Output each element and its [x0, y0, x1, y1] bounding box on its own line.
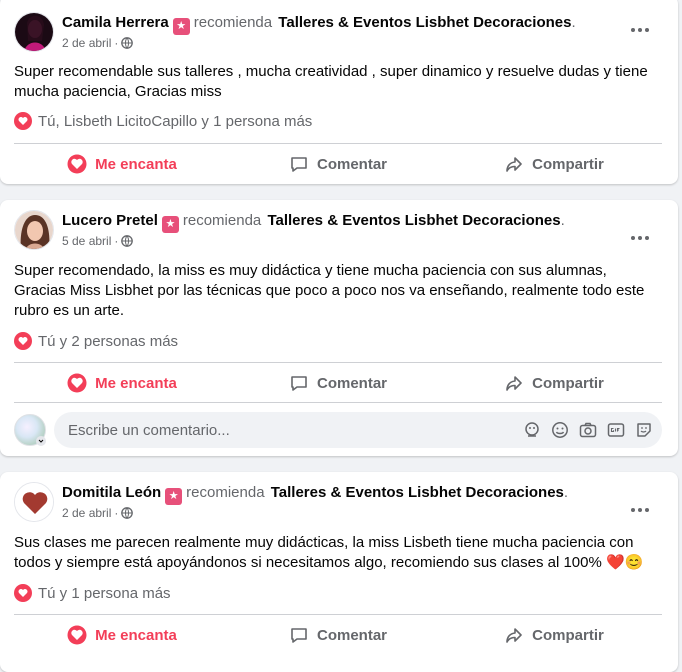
divider: [14, 362, 662, 363]
review-text: Super recomendable sus talleres , mucha …: [14, 63, 648, 100]
love-label: Me encanta: [95, 374, 177, 392]
emoji-icon[interactable]: [550, 420, 570, 440]
love-button[interactable]: Me encanta: [14, 617, 230, 653]
share-button[interactable]: Compartir: [446, 617, 662, 653]
action-bar: Me encanta Comentar Compartir: [14, 365, 662, 401]
more-options-icon[interactable]: [626, 18, 654, 42]
comment-composer: [14, 412, 662, 448]
globe-icon: [121, 235, 134, 247]
recommend-icon: ★: [165, 488, 183, 505]
post-meta: 5 de abril ·: [62, 234, 134, 248]
divider: [14, 614, 662, 615]
share-button[interactable]: Compartir: [446, 146, 662, 182]
recommend-verb: recomienda: [186, 484, 265, 501]
heart-icon: [14, 332, 32, 350]
globe-icon: [121, 37, 134, 49]
comment-icon: [291, 376, 307, 391]
avatar-sticker-icon[interactable]: [522, 420, 542, 440]
recommend-icon: ★: [172, 18, 190, 35]
author-name[interactable]: Domitila León: [62, 484, 161, 501]
post-date[interactable]: 5 de abril: [62, 234, 111, 248]
post-date[interactable]: 2 de abril: [62, 506, 111, 520]
post-date[interactable]: 2 de abril: [62, 36, 111, 50]
action-bar: Me encanta Comentar Compartir: [14, 617, 662, 653]
divider: [14, 143, 662, 144]
review-card: Camila Herrera ★ recomienda Talleres & Eve…: [0, 0, 678, 184]
share-icon: [506, 376, 522, 391]
heart-icon: [67, 625, 87, 645]
review-card: Domitila León ★ recomienda Talleres & Even…: [0, 472, 678, 672]
review-card: Lucero Pretel ★ recomienda Talleres & Even…: [0, 200, 678, 456]
gif-icon[interactable]: [606, 420, 626, 440]
reactions-text: Tú y 2 personas más: [38, 332, 179, 350]
divider: [14, 402, 662, 403]
share-label: Compartir: [532, 626, 604, 644]
review-text: Super recomendado, la miss es muy didáct…: [14, 262, 645, 319]
comment-input[interactable]: [66, 412, 486, 448]
comment-label: Comentar: [316, 374, 387, 392]
share-icon: [506, 628, 522, 643]
love-label: Me encanta: [95, 626, 177, 644]
heart-icon: [14, 584, 32, 602]
comment-label: Comentar: [316, 626, 387, 644]
comment-box: [54, 412, 662, 448]
author-name[interactable]: Camila Herrera: [62, 14, 169, 31]
share-label: Compartir: [532, 155, 604, 173]
recommend-verb: recomienda: [182, 212, 262, 229]
comment-icon: [291, 157, 307, 172]
comment-label: Comentar: [316, 155, 387, 173]
sticker-icon[interactable]: [634, 420, 654, 440]
post-meta: 2 de abril ·: [62, 36, 134, 50]
share-label: Compartir: [532, 374, 604, 392]
comment-button[interactable]: Comentar: [230, 617, 446, 653]
action-bar: Me encanta Comentar Compartir: [14, 146, 662, 182]
heart-icon: [67, 373, 87, 393]
avatar[interactable]: [14, 210, 54, 250]
more-options-icon[interactable]: [626, 226, 654, 250]
comment-button[interactable]: Comentar: [230, 146, 446, 182]
reactions-summary[interactable]: Tú, Lisbeth LicitoCapillo y 1 persona má…: [14, 112, 312, 130]
love-button[interactable]: Me encanta: [14, 146, 230, 182]
more-options-icon[interactable]: [626, 498, 654, 522]
share-icon: [506, 157, 522, 172]
avatar[interactable]: [14, 12, 54, 52]
recommend-verb: recomienda: [193, 14, 273, 31]
camera-icon[interactable]: [578, 420, 598, 440]
share-button[interactable]: Compartir: [446, 365, 662, 401]
page-name[interactable]: Talleres & Eventos Lisbhet Decoraciones: [278, 14, 571, 31]
review-text: Sus clases me parecen realmente muy didá…: [14, 534, 644, 571]
globe-icon: [121, 507, 134, 519]
post-header: Camila Herrera ★ recomienda Talleres & Eve…: [62, 14, 576, 35]
love-button[interactable]: Me encanta: [14, 365, 230, 401]
avatar[interactable]: [14, 482, 54, 522]
reactions-text: Tú, Lisbeth LicitoCapillo y 1 persona má…: [38, 112, 313, 130]
heart-icon: [67, 154, 87, 174]
page-name[interactable]: Talleres & Eventos Lisbhet Decoraciones: [271, 484, 564, 501]
post-header: Lucero Pretel ★ recomienda Talleres & Even…: [62, 212, 565, 233]
comment-button[interactable]: Comentar: [230, 365, 446, 401]
post-meta: 2 de abril ·: [62, 506, 134, 520]
page-name[interactable]: Talleres & Eventos Lisbhet Decoraciones: [267, 212, 560, 229]
heart-icon: [14, 112, 32, 130]
comment-icon: [291, 628, 307, 643]
love-label: Me encanta: [95, 155, 177, 173]
comment-tools: [522, 412, 654, 448]
reactions-summary[interactable]: Tú y 2 personas más: [14, 332, 178, 350]
chevron-down-icon[interactable]: [36, 436, 46, 446]
recommend-icon: ★: [161, 216, 179, 233]
post-header: Domitila León ★ recomienda Talleres & Even…: [62, 484, 568, 505]
author-name[interactable]: Lucero Pretel: [62, 212, 158, 229]
reactions-text: Tú y 1 persona más: [38, 584, 171, 602]
reactions-summary[interactable]: Tú y 1 persona más: [14, 584, 171, 602]
